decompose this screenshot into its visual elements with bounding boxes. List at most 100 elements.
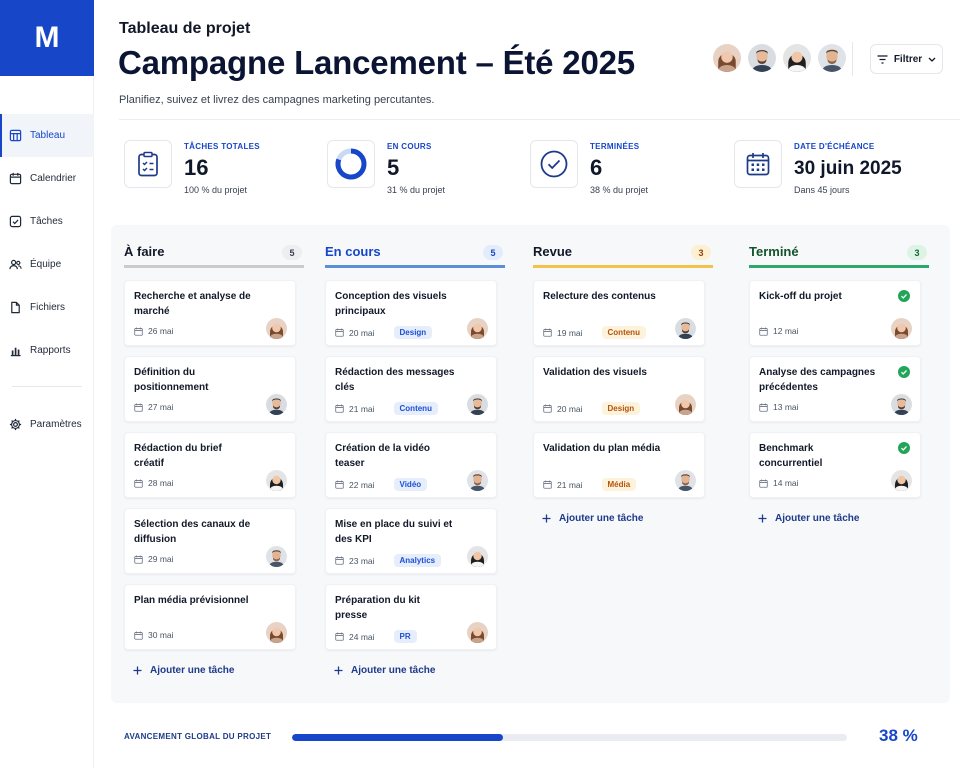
column-count-badge: 5 bbox=[282, 245, 302, 260]
task-card[interactable]: Relecture des contenus 19 mai Contenu bbox=[533, 280, 705, 346]
task-card[interactable]: Benchmark concurrentiel 14 mai bbox=[749, 432, 921, 498]
task-date: 30 mai bbox=[148, 630, 174, 640]
add-task-label: Ajouter une tâche bbox=[559, 512, 644, 524]
stat-value: 16 bbox=[184, 155, 209, 180]
sidebar-nav: Tableau Calendrier Tâches Équipe Fichier… bbox=[0, 114, 94, 446]
main-content: Tableau de projet Campagne Lancement – É… bbox=[94, 0, 960, 768]
calendar-icon bbox=[134, 555, 143, 564]
sidebar-item-parametres[interactable]: Paramètres bbox=[0, 403, 94, 446]
task-card[interactable]: Rédaction du brief créatif 28 mai bbox=[124, 432, 296, 498]
avatar[interactable] bbox=[675, 470, 696, 491]
task-date: 22 mai bbox=[349, 479, 375, 490]
stat-due-date: Date d'échéance 30 juin 2025 Dans 45 jou… bbox=[734, 140, 924, 200]
task-meta: 14 mai bbox=[759, 478, 799, 488]
app-logo[interactable]: M bbox=[0, 0, 94, 76]
calendar-icon bbox=[543, 480, 552, 489]
avatar[interactable] bbox=[266, 470, 287, 491]
filter-button[interactable]: Filtrer bbox=[870, 44, 943, 74]
page-title: Campagne Lancement – Été 2025 bbox=[118, 44, 635, 81]
team-avatars[interactable] bbox=[711, 42, 848, 74]
task-card[interactable]: Conception des visuels principaux 20 mai D… bbox=[325, 280, 497, 346]
avatar[interactable] bbox=[675, 394, 696, 415]
checkbox-icon bbox=[9, 215, 22, 228]
task-card[interactable]: Préparation du kit presse 24 mai PR bbox=[325, 584, 497, 650]
task-date: 28 mai bbox=[148, 478, 174, 488]
column-header: Revue 3 bbox=[533, 236, 713, 268]
task-tag: Contenu bbox=[601, 326, 646, 339]
progress-percent: 38 % bbox=[879, 726, 918, 745]
task-date: 20 mai bbox=[557, 403, 583, 414]
task-card[interactable]: Mise en place du suivi et des KPI 23 mai A… bbox=[325, 508, 497, 574]
avatar[interactable] bbox=[467, 394, 488, 415]
avatar[interactable] bbox=[891, 318, 912, 339]
avatar[interactable] bbox=[266, 318, 287, 339]
sidebar-item-label: Tableau bbox=[30, 130, 66, 141]
task-tag: Design bbox=[393, 326, 433, 339]
task-date: 21 mai bbox=[349, 403, 375, 414]
avatar[interactable] bbox=[266, 394, 287, 415]
avatar[interactable] bbox=[467, 546, 488, 567]
task-title: Sélection des canaux de diffusion bbox=[134, 519, 251, 545]
task-card[interactable]: Définition du positionnement 27 mai bbox=[124, 356, 296, 422]
avatar[interactable] bbox=[711, 42, 743, 74]
sidebar-item-tableau[interactable]: Tableau bbox=[0, 114, 94, 157]
sidebar-item-taches[interactable]: Tâches bbox=[0, 200, 94, 243]
calendar-icon bbox=[759, 403, 768, 412]
check-icon bbox=[898, 290, 910, 302]
stat-label: Terminées bbox=[590, 142, 640, 151]
sidebar-item-rapports[interactable]: Rapports bbox=[0, 329, 94, 372]
task-title: Validation du plan média bbox=[543, 443, 661, 454]
task-title: Mise en place du suivi et des KPI bbox=[335, 519, 453, 545]
sidebar-item-fichiers[interactable]: Fichiers bbox=[0, 286, 94, 329]
task-card[interactable]: Rédaction des messages clés 21 mai Contenu bbox=[325, 356, 497, 422]
task-card[interactable]: Création de la vidéo teaser 22 mai Vidéo bbox=[325, 432, 497, 498]
calendar-icon bbox=[335, 328, 344, 337]
task-card[interactable]: Kick-off du projet 12 mai bbox=[749, 280, 921, 346]
add-task-label: Ajouter une tâche bbox=[775, 512, 860, 524]
file-icon bbox=[11, 301, 20, 314]
add-task-button[interactable]: Ajouter une tâche bbox=[749, 508, 929, 528]
avatar[interactable] bbox=[891, 470, 912, 491]
stat-icon-box bbox=[530, 140, 578, 188]
task-card[interactable]: Analyse des campagnes précédentes 13 mai bbox=[749, 356, 921, 422]
stat-subtext: Dans 45 jours bbox=[794, 185, 850, 195]
avatar[interactable] bbox=[891, 394, 912, 415]
avatar[interactable] bbox=[675, 318, 696, 339]
team-icon bbox=[9, 259, 22, 270]
task-tag: Analytics bbox=[393, 554, 442, 567]
kanban-column: En cours 5 Conception des visuels principa… bbox=[325, 236, 505, 680]
stat-subtext: 100 % du projet bbox=[184, 185, 248, 195]
calendar-icon bbox=[759, 479, 768, 488]
avatar[interactable] bbox=[746, 42, 778, 74]
task-date: 26 mai bbox=[148, 326, 174, 336]
column-header: Terminé 3 bbox=[749, 236, 929, 268]
avatar[interactable] bbox=[816, 42, 848, 74]
avatar[interactable] bbox=[266, 622, 287, 643]
avatar[interactable] bbox=[467, 622, 488, 643]
sidebar-item-equipe[interactable]: Équipe bbox=[0, 243, 94, 286]
avatar[interactable] bbox=[467, 470, 488, 491]
calendar-icon bbox=[335, 404, 344, 413]
task-card[interactable]: Recherche et analyse de marché 26 mai bbox=[124, 280, 296, 346]
task-card[interactable]: Validation des visuels 20 mai Design bbox=[533, 356, 705, 422]
stat-label: Tâches totales bbox=[184, 142, 260, 151]
stat-value: 6 bbox=[590, 155, 603, 180]
task-card[interactable]: Sélection des canaux de diffusion 29 mai bbox=[124, 508, 296, 574]
avatar[interactable] bbox=[781, 42, 813, 74]
task-card[interactable]: Validation du plan média 21 mai Média bbox=[533, 432, 705, 498]
calendar-icon bbox=[746, 153, 770, 176]
add-task-button[interactable]: Ajouter une tâche bbox=[325, 660, 505, 680]
add-task-button[interactable]: Ajouter une tâche bbox=[533, 508, 713, 528]
task-date: 24 mai bbox=[349, 631, 375, 642]
task-meta: 13 mai bbox=[759, 402, 799, 412]
avatar[interactable] bbox=[266, 546, 287, 567]
sidebar-item-label: Rapports bbox=[30, 345, 71, 356]
task-title: Relecture des contenus bbox=[543, 291, 656, 302]
avatar[interactable] bbox=[467, 318, 488, 339]
add-task-button[interactable]: Ajouter une tâche bbox=[124, 660, 304, 680]
sidebar-item-label: Paramètres bbox=[30, 419, 82, 430]
task-title: Rédaction des messages clés bbox=[335, 367, 455, 393]
calendar-icon bbox=[335, 632, 344, 641]
task-card[interactable]: Plan média prévisionnel 30 mai bbox=[124, 584, 296, 650]
sidebar-item-calendrier[interactable]: Calendrier bbox=[0, 157, 94, 200]
